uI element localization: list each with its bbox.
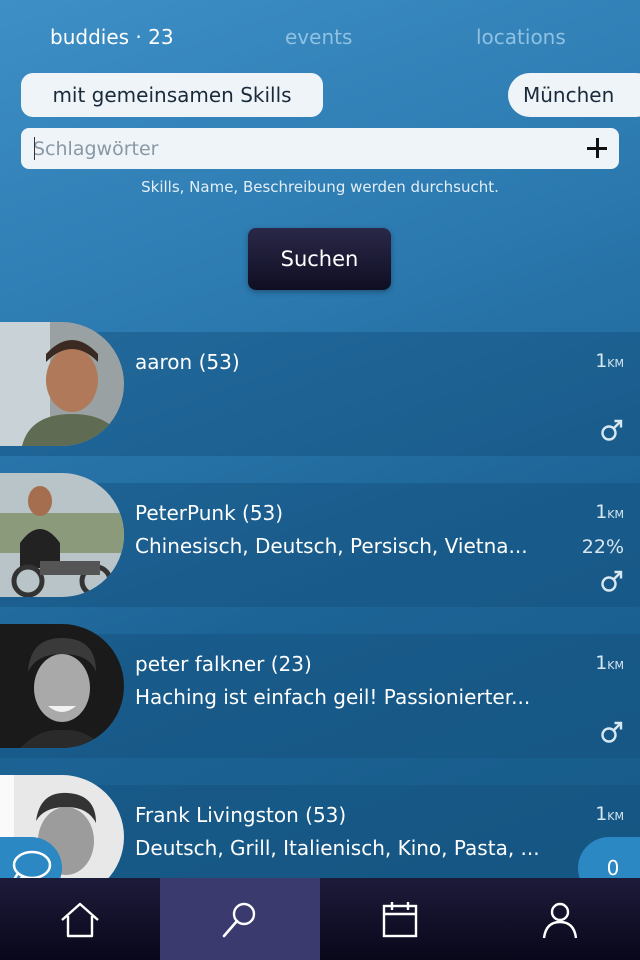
avatar (0, 473, 124, 597)
user-name: aaron (53) (135, 350, 240, 374)
home-icon (61, 902, 99, 938)
skills-filter-button[interactable]: mit gemeinsamen Skills (21, 73, 323, 117)
top-tabs: buddies · 23 events locations (0, 22, 640, 52)
distance: 1KM (595, 803, 624, 825)
list-item[interactable]: PeterPunk (53) Chinesisch, Deutsch, Pers… (0, 473, 640, 607)
distance: 1KM (595, 501, 624, 523)
match-percentage: 22% (581, 536, 624, 558)
distance: 1KM (595, 652, 624, 674)
user-skills: Deutsch, Grill, Italienisch, Kino, Pasta… (135, 836, 540, 860)
list-item[interactable]: aaron (53) 1KM (0, 322, 640, 456)
male-icon (600, 418, 624, 442)
male-icon (600, 569, 624, 593)
calendar-icon (382, 902, 418, 938)
text-caret (34, 137, 35, 160)
tab-locations[interactable]: locations (476, 22, 566, 52)
nav-search[interactable] (160, 878, 320, 960)
bottom-navigation (0, 878, 640, 960)
profile-icon (542, 902, 578, 939)
user-name: peter falkner (23) (135, 652, 312, 676)
search-field (21, 128, 619, 169)
search-icon (222, 902, 256, 938)
list-item[interactable]: peter falkner (23) Haching ist einfach g… (0, 624, 640, 758)
user-description: Haching ist einfach geil! Passionierter.… (135, 685, 531, 709)
avatar (0, 322, 124, 446)
user-name: Frank Livingston (53) (135, 803, 347, 827)
avatar (0, 624, 124, 748)
tab-buddies[interactable]: buddies · 23 (50, 22, 174, 52)
user-skills: Chinesisch, Deutsch, Persisch, Vietna... (135, 534, 528, 558)
distance: 1KM (595, 350, 624, 372)
male-icon (600, 720, 624, 744)
search-hint: Skills, Name, Beschreibung werden durchs… (141, 178, 499, 196)
nav-calendar[interactable] (320, 878, 480, 960)
nav-profile[interactable] (480, 878, 640, 960)
plus-icon[interactable] (585, 136, 609, 160)
user-name: PeterPunk (53) (135, 501, 284, 525)
search-button[interactable]: Suchen (248, 228, 391, 290)
city-filter-button[interactable]: München (508, 73, 640, 117)
search-input[interactable] (33, 128, 573, 169)
nav-home[interactable] (0, 878, 160, 960)
tab-events[interactable]: events (285, 22, 352, 52)
